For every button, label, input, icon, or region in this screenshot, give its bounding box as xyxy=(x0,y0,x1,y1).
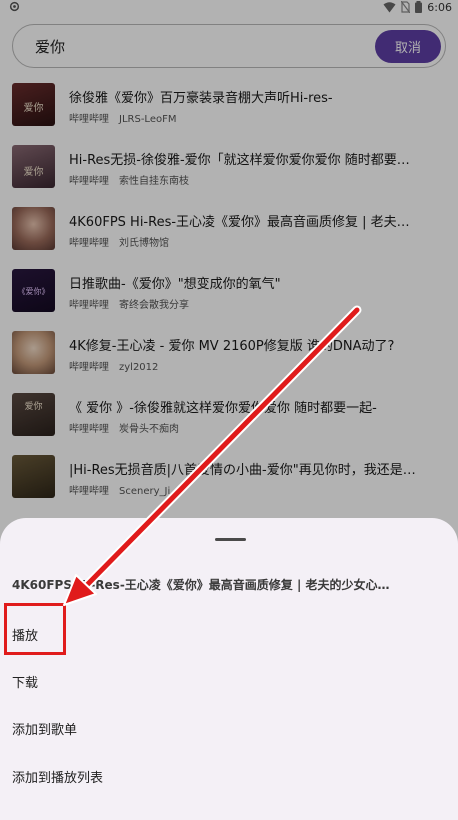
download-option[interactable]: 下载 xyxy=(12,672,38,691)
drag-handle[interactable] xyxy=(215,538,246,541)
sheet-title: 4K60FPS Hi-Res-王心凌《爱你》最高音画质修复 | 老夫的少女心… xyxy=(12,578,390,592)
add-to-play-queue-option[interactable]: 添加到播放列表 xyxy=(12,767,103,786)
bottom-sheet: 4K60FPS Hi-Res-王心凌《爱你》最高音画质修复 | 老夫的少女心… … xyxy=(0,518,458,820)
add-to-playlist-option[interactable]: 添加到歌单 xyxy=(12,719,77,738)
highlight-box xyxy=(4,603,66,655)
